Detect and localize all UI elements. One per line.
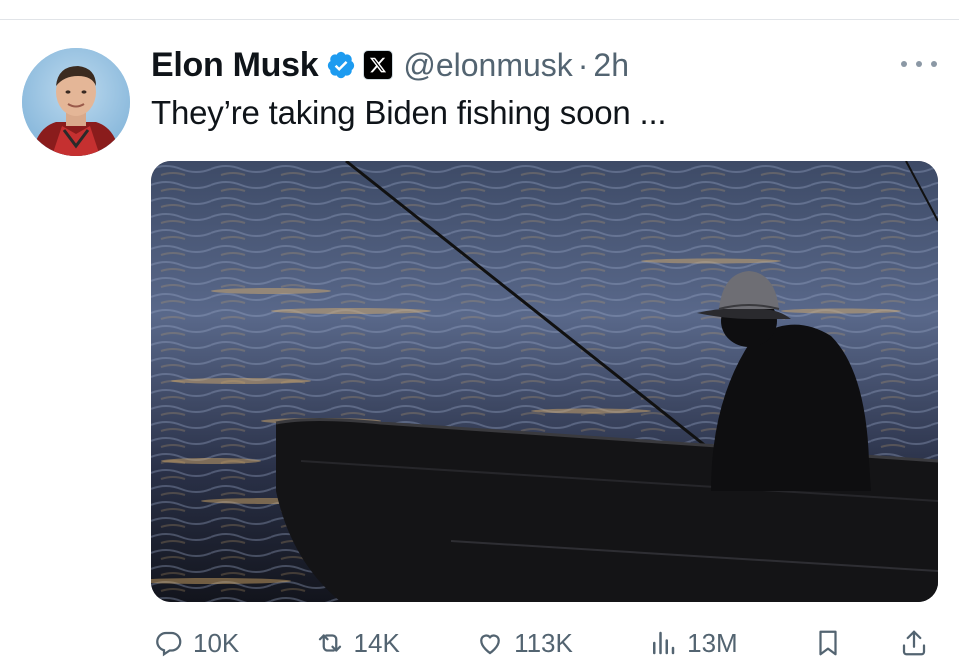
more-dot (931, 61, 937, 67)
more-dot (901, 61, 907, 67)
tweet-action-bar: 10K 14K 113K 13M (151, 620, 938, 666)
tweet-photo[interactable] (151, 161, 938, 602)
bookmark-button[interactable] (810, 625, 852, 661)
like-button[interactable]: 113K (472, 625, 573, 661)
author-display-name[interactable]: Elon Musk (151, 46, 319, 85)
bar-chart-icon (645, 625, 681, 661)
reply-icon (151, 625, 187, 661)
reply-button[interactable]: 10K (151, 625, 239, 661)
tweet-timestamp[interactable]: 2h (593, 47, 629, 84)
heart-icon (472, 625, 508, 661)
repost-button[interactable]: 14K (312, 625, 400, 661)
repost-count: 14K (353, 627, 400, 658)
like-count: 113K (514, 627, 573, 658)
separator-dot: · (577, 46, 589, 83)
share-icon (896, 625, 932, 661)
x-logo-icon[interactable] (363, 50, 394, 80)
top-divider (0, 19, 959, 20)
bookmark-icon (810, 625, 846, 661)
repost-icon (312, 625, 348, 661)
right-actions (810, 625, 938, 661)
avatar[interactable] (22, 48, 130, 156)
tweet-header: Elon Musk @elonmusk · 2h (151, 40, 629, 90)
views-button[interactable]: 13M (645, 625, 738, 661)
reply-count: 10K (193, 627, 240, 658)
tweet-text: They’re taking Biden fishing soon ... (151, 94, 667, 131)
view-count: 13M (687, 627, 738, 658)
verified-badge-icon[interactable] (326, 50, 356, 80)
share-button[interactable] (896, 625, 938, 661)
more-dot (916, 61, 922, 67)
author-handle[interactable]: @elonmusk (403, 47, 572, 84)
more-options-icon[interactable] (901, 52, 937, 76)
